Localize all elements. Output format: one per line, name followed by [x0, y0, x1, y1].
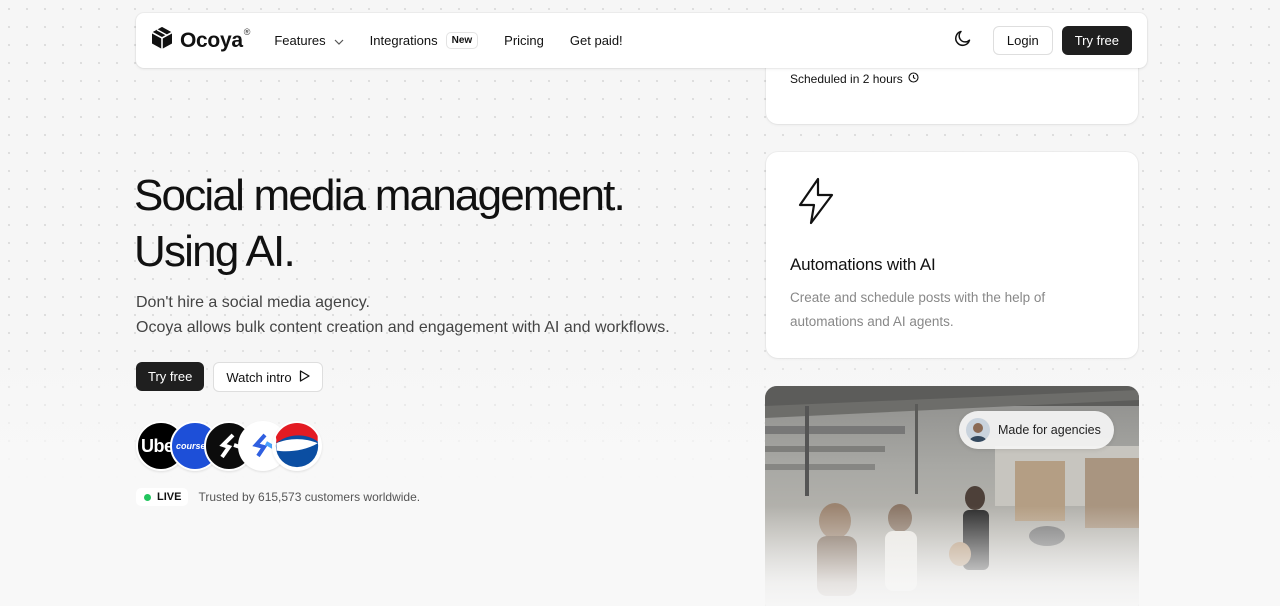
nav-try-free-button[interactable]: Try free — [1061, 26, 1132, 55]
theme-toggle-button[interactable] — [950, 28, 976, 54]
clock-icon — [908, 72, 919, 86]
scheduled-text: Scheduled in 2 hours — [790, 72, 903, 86]
hero-title: Social media management. Using AI. — [134, 168, 734, 280]
made-for-agencies-badge: Made for agencies — [959, 411, 1114, 449]
nav-get-paid[interactable]: Get paid! — [570, 33, 623, 48]
trust-text: Trusted by 615,573 customers worldwide. — [198, 490, 421, 504]
pepsi-logo — [272, 421, 322, 471]
lightning-icon — [796, 177, 836, 230]
logo-text: Ocoya — [180, 28, 243, 52]
nav-features[interactable]: Features — [274, 33, 344, 48]
nav-integrations-label: Integrations — [369, 33, 438, 48]
live-dot-icon — [144, 493, 151, 501]
top-navbar: Ocoya ® Features Integrations New Pricin… — [136, 13, 1147, 68]
watch-intro-label: Watch intro — [226, 369, 292, 385]
automation-title: Automations with AI — [790, 255, 936, 274]
nav-actions: Login Try free — [950, 26, 1132, 55]
chevron-down-icon — [334, 33, 344, 48]
agency-photo: Made for agencies — [765, 386, 1139, 606]
automation-description: Create and schedule posts with the help … — [790, 290, 1046, 329]
registered-mark: ® — [243, 26, 251, 37]
hero-try-free-button[interactable]: Try free — [136, 362, 205, 391]
watch-intro-button[interactable]: Watch intro — [213, 362, 323, 392]
automation-card: Automations with AI Create and schedule … — [766, 152, 1138, 358]
logo[interactable]: Ocoya ® — [151, 26, 250, 55]
new-badge: New — [445, 32, 479, 49]
customer-logos: Uber coursera — [136, 421, 322, 471]
nav-integrations[interactable]: Integrations New — [370, 32, 479, 49]
nav-get-paid-label: Get paid! — [569, 33, 623, 48]
live-badge: LIVE — [136, 488, 189, 506]
trust-row: LIVE Trusted by 615,573 customers worldw… — [136, 488, 420, 506]
hero-cta-group: Try free Watch intro — [136, 362, 323, 392]
nav-pricing[interactable]: Pricing — [504, 33, 544, 48]
scheduled-status: Scheduled in 2 hours — [790, 72, 919, 86]
hero-title-line1: Social media management. — [134, 171, 626, 220]
live-label: LIVE — [157, 491, 182, 503]
login-button[interactable]: Login — [992, 26, 1053, 55]
nav-features-label: Features — [274, 33, 326, 48]
hero-sub-line2: Ocoya allows bulk content creation and e… — [136, 318, 670, 336]
agency-pill-text: Made for agencies — [998, 423, 1101, 437]
cube-logo-icon — [151, 26, 173, 55]
avatar — [966, 418, 990, 442]
hero-title-line2: Using AI. — [134, 227, 296, 276]
photo-fade — [765, 506, 1139, 606]
play-icon — [299, 369, 310, 385]
hero-sub-line1: Don't hire a social media agency. — [136, 294, 370, 311]
nav-pricing-label: Pricing — [504, 33, 544, 48]
hero-subtitle: Don't hire a social media agency. Ocoya … — [136, 291, 716, 340]
moon-icon — [954, 29, 972, 52]
